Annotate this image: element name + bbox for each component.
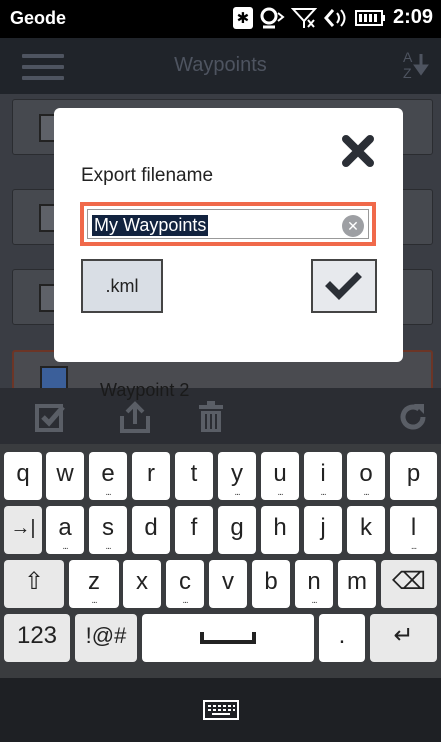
filename-field-focus-ring: My Waypoints ✕ [80, 202, 376, 246]
list-item-label: Waypoint 2 [100, 380, 190, 400]
key-s[interactable]: s... [89, 506, 127, 554]
key-backspace[interactable]: ⌫ [381, 560, 437, 608]
key-y[interactable]: y... [218, 452, 256, 500]
delete-icon[interactable] [194, 400, 228, 434]
on-screen-keyboard: q w e... r t y... u... i... o... p →| a.… [0, 444, 441, 678]
key-numbers[interactable]: 123 [4, 614, 70, 662]
key-h[interactable]: h [261, 506, 299, 554]
key-tab[interactable]: →| [4, 506, 42, 554]
extension-button[interactable]: .kml [81, 259, 163, 313]
key-w[interactable]: w [46, 452, 84, 500]
checkmark-icon [325, 272, 362, 300]
page-title: Waypoints [174, 54, 267, 76]
key-o[interactable]: o... [347, 452, 385, 500]
key-symbols[interactable]: !@# [75, 614, 137, 662]
dialog-label: Export filename [81, 165, 214, 186]
gps-icon [259, 7, 285, 29]
export-dialog: Export filename My Waypoints ✕ .kml [54, 108, 403, 362]
checkbox[interactable] [40, 366, 68, 388]
key-i[interactable]: i... [304, 452, 342, 500]
bluetooth-icon: ✱ [232, 6, 253, 29]
key-q[interactable]: q [4, 452, 42, 500]
sort-letter-z: Z [403, 65, 412, 81]
key-l[interactable]: l... [390, 506, 437, 554]
battery-icon [354, 9, 385, 27]
key-space[interactable] [142, 614, 314, 662]
key-e[interactable]: e... [89, 452, 127, 500]
key-v[interactable]: v [209, 560, 247, 608]
key-c[interactable]: c... [166, 560, 204, 608]
keyboard-bottom-bar [0, 678, 441, 742]
key-d[interactable]: d [132, 506, 170, 554]
confirm-button[interactable] [311, 259, 377, 313]
app-bar: Waypoints A Z [0, 38, 441, 94]
upload-icon[interactable] [118, 400, 152, 434]
status-app-name: Geode [10, 8, 67, 28]
key-k[interactable]: k [347, 506, 385, 554]
key-j[interactable]: j [304, 506, 342, 554]
key-z[interactable]: z... [69, 560, 119, 608]
keyboard-icon[interactable] [203, 700, 239, 720]
signal-icon [290, 7, 317, 29]
key-t[interactable]: t [175, 452, 213, 500]
select-all-icon[interactable] [34, 400, 68, 434]
key-r[interactable]: r [132, 452, 170, 500]
volume-icon [323, 7, 349, 29]
key-period[interactable]: . [319, 614, 365, 662]
key-a[interactable]: a... [46, 506, 84, 554]
sort-letter-a: A [403, 49, 413, 65]
filename-input[interactable]: My Waypoints ✕ [87, 209, 369, 239]
close-icon[interactable] [341, 134, 375, 168]
key-enter[interactable]: ↵ [370, 614, 437, 662]
status-time: 2:09 [392, 6, 433, 28]
key-b[interactable]: b [252, 560, 290, 608]
refresh-icon[interactable] [396, 400, 430, 434]
key-shift[interactable]: ⇧ [4, 560, 64, 608]
key-u[interactable]: u... [261, 452, 299, 500]
key-x[interactable]: x [123, 560, 161, 608]
key-p[interactable]: p [390, 452, 437, 500]
key-f[interactable]: f [175, 506, 213, 554]
key-m[interactable]: m [338, 560, 376, 608]
sort-az-icon[interactable]: A Z [401, 48, 431, 84]
filename-value: My Waypoints [92, 215, 209, 236]
bottom-toolbar [0, 388, 441, 444]
status-bar: Geode ✱ 2:09 [0, 0, 441, 38]
key-n[interactable]: n... [295, 560, 333, 608]
space-icon [200, 632, 256, 644]
clear-text-icon[interactable]: ✕ [342, 215, 364, 237]
key-g[interactable]: g [218, 506, 256, 554]
